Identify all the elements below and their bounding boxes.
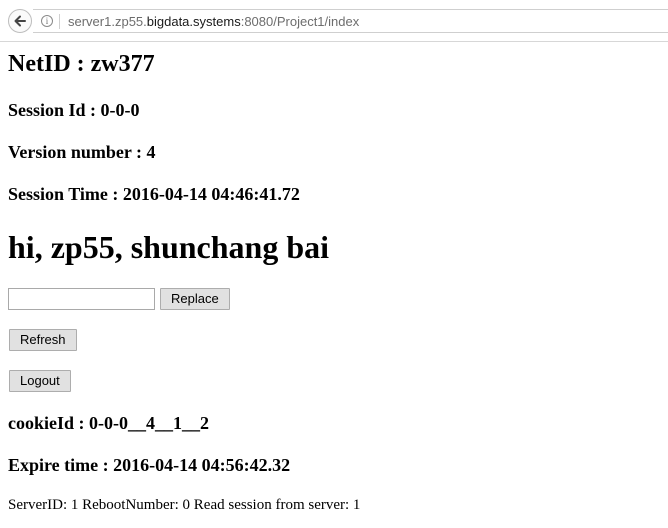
version-number-heading: Version number : 4 [8, 142, 156, 162]
cookie-id-heading: cookieId : 0-0-0__4__1__2 [8, 413, 209, 433]
info-icon[interactable]: i [41, 15, 53, 27]
back-button[interactable] [8, 9, 32, 33]
url-text[interactable]: server1.zp55.bigdata.systems:8080/Projec… [68, 14, 359, 29]
netid-heading: NetID : zw377 [8, 51, 155, 77]
url-suffix: :8080/Project1/index [240, 14, 360, 29]
greeting-heading: hi, zp55, shunchang bai [8, 229, 330, 265]
url-host: bigdata.systems [146, 14, 241, 29]
replace-button[interactable]: Replace [160, 288, 230, 310]
url-prefix: server1.zp55. [68, 14, 147, 29]
logout-button[interactable]: Logout [9, 370, 71, 392]
session-time-heading: Session Time : 2016-04-14 04:46:41.72 [8, 184, 300, 204]
server-info-text: ServerID: 1 RebootNumber: 0 Read session… [8, 497, 361, 513]
address-bar[interactable]: i server1.zp55.bigdata.systems:8080/Proj… [33, 9, 668, 33]
expire-time-heading: Expire time : 2016-04-14 04:56:42.32 [8, 455, 291, 475]
session-id-heading: Session Id : 0-0-0 [8, 100, 140, 120]
back-arrow-icon [14, 15, 26, 27]
browser-toolbar: i server1.zp55.bigdata.systems:8080/Proj… [0, 0, 668, 42]
replace-input[interactable] [8, 288, 155, 310]
refresh-button[interactable]: Refresh [9, 329, 77, 351]
address-divider [59, 14, 60, 29]
